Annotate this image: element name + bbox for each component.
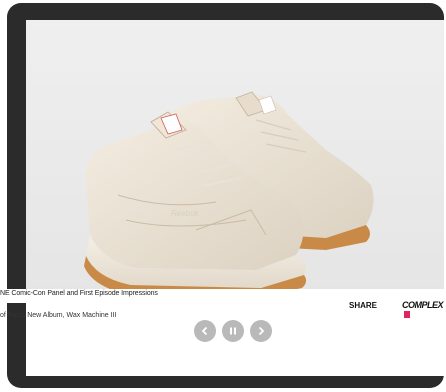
ticker-headline[interactable]: NE Comic-Con Panel and First Episode Imp… <box>0 290 158 297</box>
complex-logo[interactable]: COMPLEX <box>402 300 446 320</box>
sneaker-photo: Reebok <box>26 20 444 296</box>
svg-text:Reebok: Reebok <box>171 209 200 218</box>
pause-button[interactable] <box>222 320 244 342</box>
share-button[interactable]: SHARE <box>349 301 377 310</box>
ticker-headline-secondary[interactable]: of Posts New Album, Wax Machine III <box>0 312 116 319</box>
chevron-left-icon <box>201 326 208 336</box>
headline-ticker: NE Comic-Con Panel and First Episode Imp… <box>0 289 446 303</box>
previous-button[interactable] <box>194 320 216 342</box>
chevron-right-icon <box>258 326 265 336</box>
next-button[interactable] <box>250 320 272 342</box>
complex-logo-mark <box>404 311 410 318</box>
complex-logo-text: COMPLEX <box>402 300 444 310</box>
pause-icon <box>230 327 236 335</box>
